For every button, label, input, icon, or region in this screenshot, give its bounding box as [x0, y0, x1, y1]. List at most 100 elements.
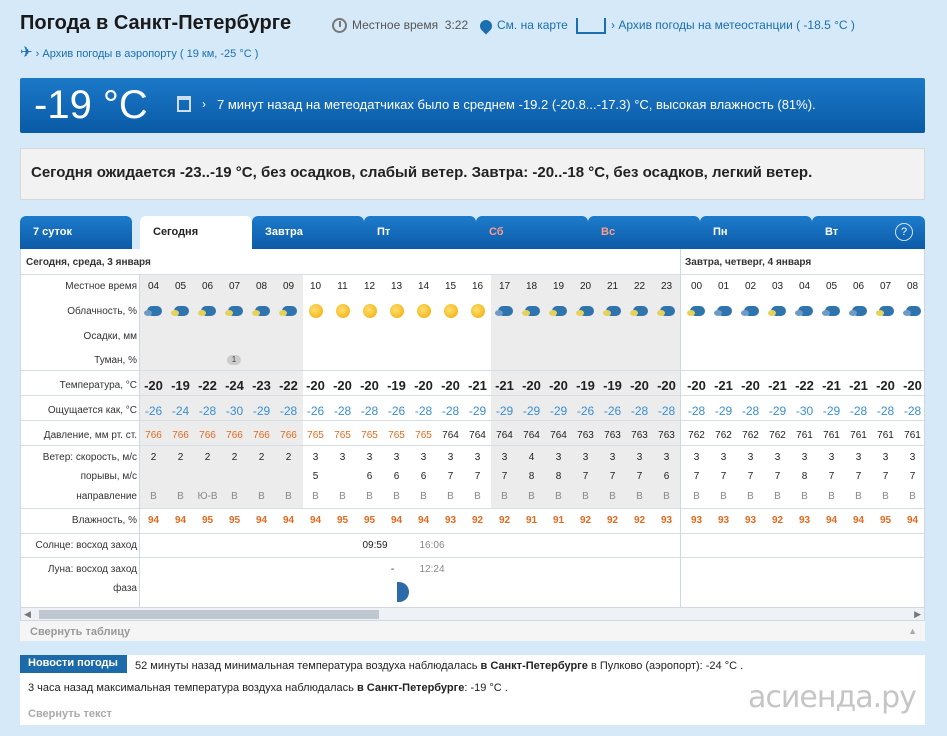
row-divider — [21, 420, 924, 421]
direction-cell: Ю-В — [197, 491, 218, 502]
sun-icon — [471, 304, 485, 318]
pressure-cell: 761 — [823, 430, 840, 441]
scroll-right-icon[interactable]: ▶ — [914, 609, 921, 620]
hour-cell: 08 — [255, 281, 268, 292]
temp-cell: -20 — [903, 378, 922, 393]
temp-cell: -20 — [549, 378, 568, 393]
row-label-fog: Туман, % — [94, 355, 137, 366]
humidity-cell: 92 — [606, 515, 619, 526]
table-scrollbar[interactable]: ◀ ▶ — [20, 607, 925, 621]
feels-cell: -30 — [225, 404, 244, 418]
wind-cell: 3 — [447, 452, 454, 463]
map-link-label: См. на карте — [497, 18, 568, 32]
overcast-icon — [903, 304, 923, 317]
gust-cell: 6 — [663, 471, 670, 482]
hour-cell: 11 — [337, 281, 348, 292]
current-temp: -19 °C — [34, 83, 148, 127]
cloudy-icon — [687, 304, 707, 317]
temp-cell: -21 — [495, 378, 514, 393]
tab-today[interactable]: Сегодня — [140, 216, 252, 249]
tab-mon[interactable]: Пн — [700, 216, 812, 249]
temp-cell: -21 — [468, 378, 487, 393]
row-label-phase: фаза — [113, 583, 137, 594]
wind-cell: 2 — [231, 452, 238, 463]
cloudy-icon — [279, 304, 299, 317]
direction-cell: В — [366, 491, 373, 502]
tab-7-days[interactable]: 7 суток — [20, 216, 132, 249]
row-label-pressure: Давление, мм рт. ст. — [43, 430, 137, 441]
pressure-cell: 766 — [145, 430, 162, 441]
wind-cell: 3 — [393, 452, 400, 463]
moon-phase-icon — [397, 582, 409, 602]
archive-airport-label: Архив погоды в аэропорту ( 19 км, -25 °C… — [42, 48, 259, 60]
direction-cell: В — [663, 491, 670, 502]
humidity-cell: 94 — [852, 515, 865, 526]
collapse-table-link[interactable]: Свернуть таблицу ▲ — [20, 621, 925, 641]
hour-cell: 20 — [579, 281, 592, 292]
watermark-logo: асиенда.ру — [748, 680, 917, 715]
clock-icon — [332, 18, 347, 34]
feels-cell: -28 — [360, 404, 379, 418]
sun-icon — [363, 304, 377, 318]
cloudy-icon — [876, 304, 896, 317]
gust-cell: 7 — [609, 471, 616, 482]
hour-cell: 17 — [498, 281, 511, 292]
pressure-cell: 764 — [550, 430, 567, 441]
feels-cell: -26 — [387, 404, 406, 418]
humidity-cell: 91 — [552, 515, 565, 526]
direction-cell: В — [909, 491, 916, 502]
humidity-cell: 94 — [390, 515, 403, 526]
hour-cell: 01 — [717, 281, 730, 292]
humidity-cell: 94 — [147, 515, 160, 526]
gust-cell: 7 — [501, 471, 508, 482]
pressure-cell: 766 — [280, 430, 297, 441]
hour-cell: 06 — [852, 281, 865, 292]
hour-cell: 05 — [174, 281, 187, 292]
tab-sat[interactable]: Сб — [476, 216, 588, 249]
news-2-city[interactable]: в Санкт-Петербурге — [357, 682, 464, 694]
wind-cell: 3 — [909, 452, 916, 463]
temp-cell: -20 — [441, 378, 460, 393]
direction-cell: В — [393, 491, 400, 502]
help-icon[interactable]: ? — [895, 223, 913, 241]
scroll-left-icon[interactable]: ◀ — [24, 609, 31, 620]
humidity-cell: 95 — [201, 515, 214, 526]
pressure-cell: 764 — [496, 430, 513, 441]
row-label-temp: Температура, °С — [59, 380, 137, 391]
tab-sun[interactable]: Вс — [588, 216, 700, 249]
sunrise-time: 09:59 — [362, 540, 388, 551]
archive-station-link[interactable]: › Архив погоды на метеостанции ( -18.5 °… — [576, 18, 855, 34]
cloudy-icon — [522, 304, 542, 317]
news-1-city[interactable]: в Санкт-Петербурге — [481, 660, 588, 672]
scroll-thumb[interactable] — [39, 610, 379, 619]
temp-cell: -20 — [687, 378, 706, 393]
feels-cell: -28 — [279, 404, 298, 418]
gust-cell: 7 — [720, 471, 727, 482]
gust-cell: 8 — [528, 471, 535, 482]
overcast-icon — [144, 304, 164, 317]
gust-cell: 7 — [882, 471, 889, 482]
collapse-text-link[interactable]: Свернуть текст — [28, 708, 112, 720]
temp-cell: -19 — [387, 378, 406, 393]
direction-cell: В — [636, 491, 643, 502]
row-label-direction: направление — [76, 491, 137, 502]
hour-cell: 18 — [525, 281, 538, 292]
tab-fri[interactable]: Пт — [364, 216, 476, 249]
humidity-cell: 95 — [363, 515, 376, 526]
news-1-text: 52 минуты назад минимальная температура … — [135, 660, 478, 672]
temp-cell: -19 — [171, 378, 190, 393]
direction-cell: В — [474, 491, 481, 502]
feels-cell: -28 — [198, 404, 217, 418]
hour-cell: 05 — [825, 281, 838, 292]
pressure-cell: 762 — [769, 430, 786, 441]
humidity-cell: 92 — [579, 515, 592, 526]
hour-cell: 09 — [282, 281, 295, 292]
tab-tomorrow[interactable]: Завтра — [252, 216, 364, 249]
wind-cell: 2 — [258, 452, 265, 463]
map-link[interactable]: См. на карте — [477, 17, 568, 35]
pressure-cell: 766 — [172, 430, 189, 441]
humidity-cell: 92 — [633, 515, 646, 526]
news-tag: Новости погоды — [20, 655, 127, 673]
archive-airport-link[interactable]: ✈ › Архив погоды в аэропорту ( 19 км, -2… — [20, 43, 258, 61]
direction-cell: В — [747, 491, 754, 502]
